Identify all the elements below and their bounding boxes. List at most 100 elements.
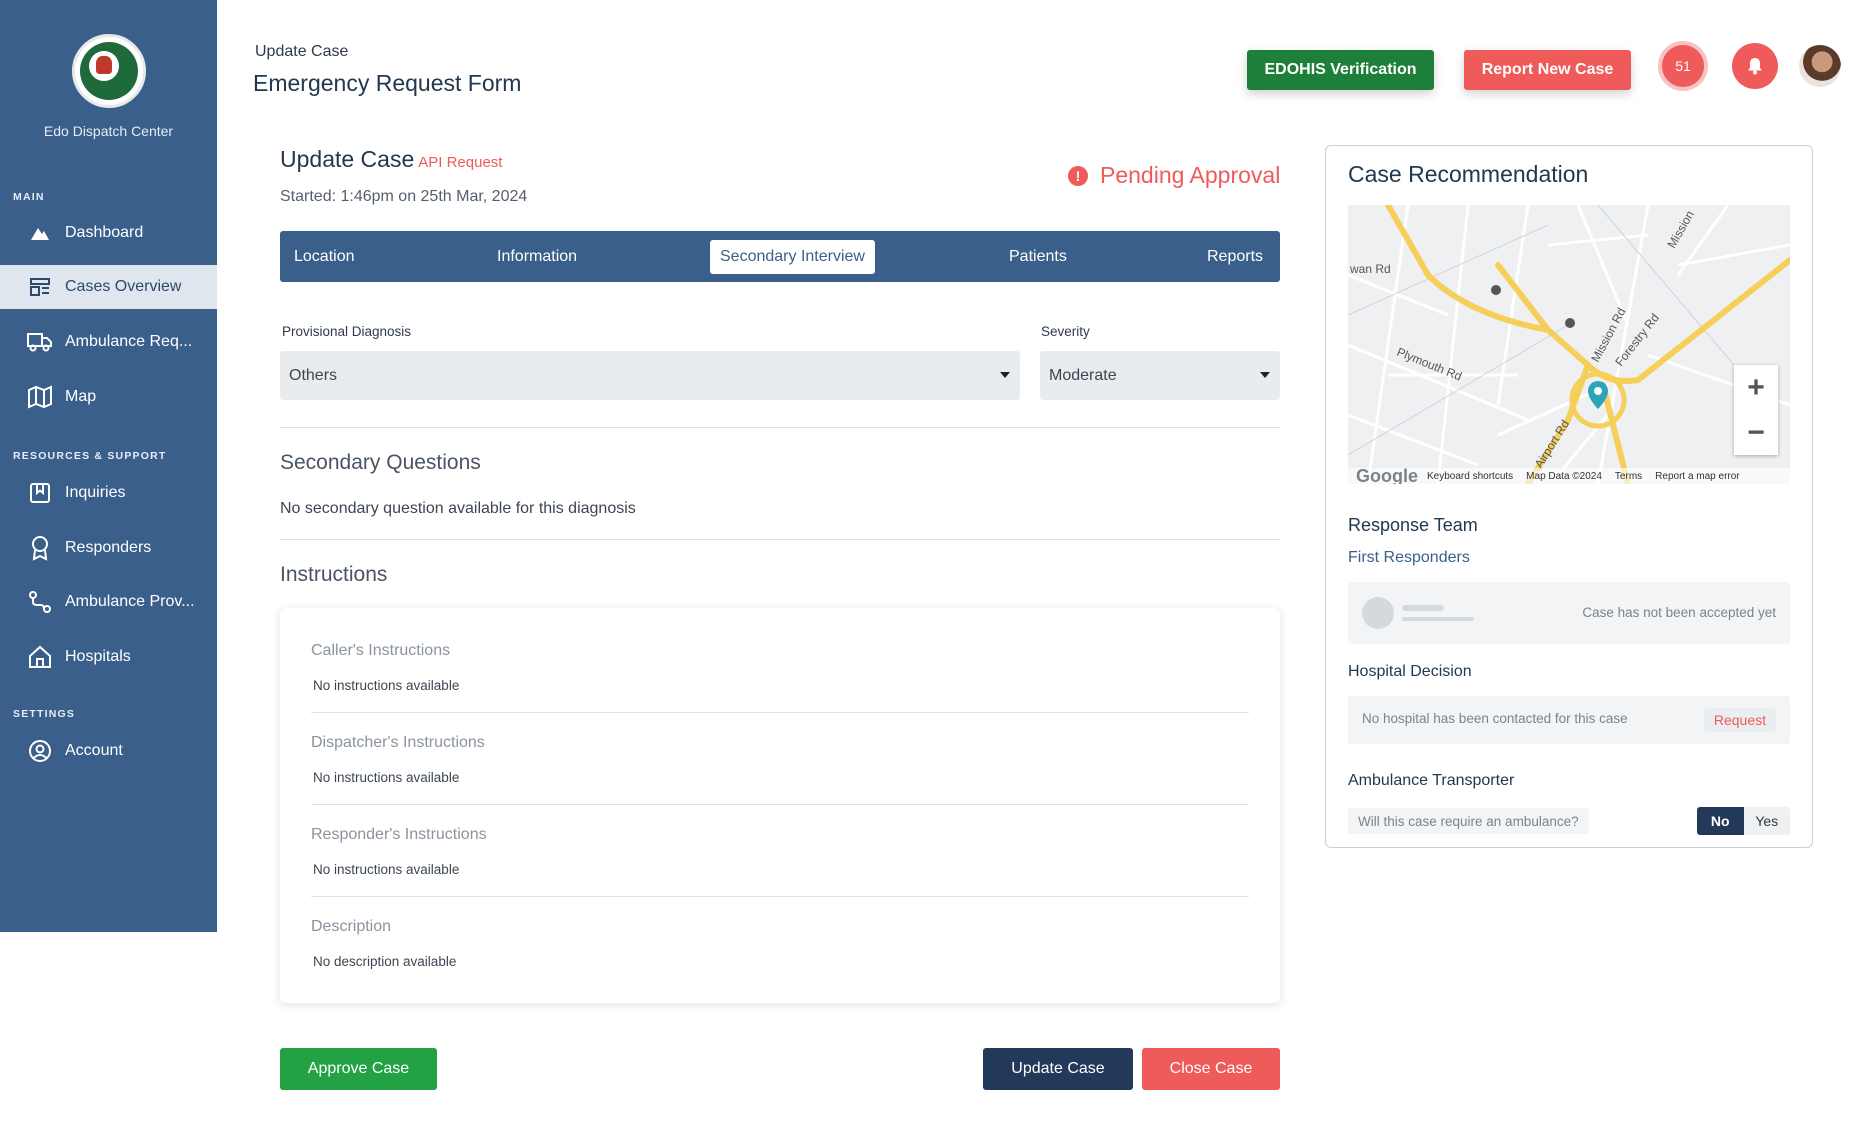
route-icon — [27, 590, 53, 614]
dashboard-icon — [27, 221, 53, 245]
sidebar-item-responders[interactable]: Responders — [0, 526, 217, 570]
status-badge: ! Pending Approval — [1068, 162, 1280, 189]
instruction-heading: Description — [311, 918, 392, 935]
sidebar-item-cases-overview[interactable]: Cases Overview — [0, 265, 217, 309]
sidebar-item-label: Ambulance Req... — [65, 333, 193, 350]
instructions-card: Caller's Instructions No instructions av… — [280, 608, 1280, 1003]
sidebar-item-label: Responders — [65, 539, 152, 556]
chevron-down-icon — [1260, 372, 1270, 378]
tab-reports[interactable]: Reports — [1207, 231, 1263, 282]
notification-count-badge[interactable]: 51 — [1658, 41, 1708, 91]
no-hospital-text: No hospital has been contacted for this … — [1362, 711, 1628, 726]
case-recommendation-title: Case Recommendation — [1348, 161, 1589, 187]
sidebar-item-ambulance-providers[interactable]: Ambulance Prov... — [0, 580, 217, 624]
sidebar-item-hospitals[interactable]: Hospitals — [0, 635, 217, 679]
road-label: wan Rd — [1349, 262, 1391, 276]
not-accepted-text: Case has not been accepted yet — [1582, 605, 1776, 620]
map-view[interactable]: wan Rd Plymouth Rd Mission Rd Forestry R… — [1348, 205, 1790, 484]
sidebar-item-dashboard[interactable]: Dashboard — [0, 211, 217, 255]
instructions-title: Instructions — [280, 563, 388, 586]
nav-section-settings: SETTINGS — [13, 708, 76, 720]
keyboard-shortcuts-link[interactable]: Keyboard shortcuts — [1427, 471, 1513, 482]
toggle-no-option[interactable]: No — [1697, 807, 1744, 835]
avatar[interactable] — [1799, 45, 1841, 87]
map-roads: wan Rd Plymouth Rd Mission Rd Forestry R… — [1348, 205, 1790, 484]
sidebar-item-label: Account — [65, 742, 123, 759]
placeholder-line — [1402, 617, 1474, 621]
tab-location[interactable]: Location — [294, 231, 355, 282]
truck-icon — [27, 330, 53, 354]
instruction-body: No description available — [313, 954, 457, 969]
map-footer: Google Keyboard shortcuts Map Data ©2024… — [1348, 465, 1790, 485]
divider — [311, 804, 1249, 805]
report-new-case-button[interactable]: Report New Case — [1464, 50, 1631, 90]
sidebar-item-label: Inquiries — [65, 484, 126, 501]
map-icon — [27, 385, 53, 409]
alert-icon: ! — [1068, 165, 1088, 186]
sidebar-item-ambulance-requests[interactable]: Ambulance Req... — [0, 320, 217, 364]
divider — [280, 539, 1280, 540]
update-case-button[interactable]: Update Case — [983, 1048, 1133, 1090]
sidebar-item-label: Dashboard — [65, 224, 144, 241]
page-title: Emergency Request Form — [253, 70, 522, 96]
first-responders-label: First Responders — [1348, 549, 1470, 566]
sidebar-item-label: Ambulance Prov... — [65, 593, 195, 610]
map-data-text: Map Data ©2024 — [1526, 470, 1602, 482]
status-text: Pending Approval — [1100, 162, 1281, 188]
secondary-questions-empty: No secondary question available for this… — [280, 500, 636, 517]
diagnosis-select[interactable]: Others — [280, 351, 1020, 400]
terms-link[interactable]: Terms — [1615, 471, 1642, 482]
tab-patients[interactable]: Patients — [1009, 231, 1067, 282]
tab-information[interactable]: Information — [497, 231, 577, 282]
sidebar-item-account[interactable]: Account — [0, 729, 217, 773]
ambulance-transporter-label: Ambulance Transporter — [1348, 772, 1515, 789]
map-zoom-control: + − — [1734, 365, 1778, 455]
diagnosis-value: Others — [289, 366, 338, 384]
request-hospital-button[interactable]: Request — [1703, 708, 1776, 732]
badge-icon — [27, 536, 53, 561]
instruction-body: No instructions available — [313, 770, 460, 785]
case-recommendation-card: Case Recommendation wan Rd Plymouth Rd M… — [1325, 145, 1813, 848]
cases-icon — [27, 275, 53, 299]
diagnosis-label: Provisional Diagnosis — [282, 324, 412, 339]
placeholder-line — [1402, 605, 1444, 611]
sidebar-item-label: Hospitals — [65, 648, 131, 665]
divider — [311, 712, 1249, 713]
user-circle-icon — [27, 739, 53, 763]
nav-section-main: MAIN — [13, 191, 45, 203]
secondary-questions-title: Secondary Questions — [280, 451, 481, 474]
sidebar-item-map[interactable]: Map — [0, 375, 217, 419]
sidebar-item-label: Cases Overview — [65, 278, 182, 295]
placeholder-avatar — [1362, 597, 1394, 629]
chevron-down-icon — [1000, 372, 1010, 378]
instruction-heading: Caller's Instructions — [311, 642, 451, 659]
case-started-time: Started: 1:46pm on 25th Mar, 2024 — [280, 188, 528, 205]
divider — [280, 427, 1280, 428]
case-title: Update Case API Request — [280, 146, 502, 173]
severity-select[interactable]: Moderate — [1040, 351, 1280, 400]
instruction-body: No instructions available — [313, 678, 460, 693]
case-tabs: Location Information Secondary Interview… — [280, 231, 1280, 282]
ambulance-toggle: No Yes — [1697, 807, 1790, 835]
bookmark-icon — [27, 481, 53, 505]
response-team-title: Response Team — [1348, 515, 1478, 535]
zoom-out-icon[interactable]: − — [1734, 410, 1778, 455]
report-map-error-link[interactable]: Report a map error — [1655, 471, 1739, 482]
severity-value: Moderate — [1049, 366, 1117, 384]
close-case-button[interactable]: Close Case — [1142, 1048, 1280, 1090]
google-logo: Google — [1356, 465, 1418, 485]
bell-icon[interactable] — [1732, 43, 1778, 89]
toggle-yes-option[interactable]: Yes — [1743, 807, 1790, 835]
home-icon — [27, 645, 53, 669]
severity-label: Severity — [1041, 324, 1090, 339]
ambulance-question: Will this case require an ambulance? — [1348, 808, 1589, 834]
sidebar: Edo Dispatch Center MAIN Dashboard Cases… — [0, 0, 217, 932]
source-tag: API Request — [418, 154, 503, 171]
tab-secondary-interview[interactable]: Secondary Interview — [710, 240, 875, 274]
hospital-decision-box: No hospital has been contacted for this … — [1348, 696, 1790, 744]
approve-case-button[interactable]: Approve Case — [280, 1048, 437, 1090]
sidebar-item-inquiries[interactable]: Inquiries — [0, 471, 217, 515]
edohis-verification-button[interactable]: EDOHIS Verification — [1247, 50, 1434, 90]
instruction-heading: Responder's Instructions — [311, 826, 487, 843]
zoom-in-icon[interactable]: + — [1734, 365, 1778, 410]
